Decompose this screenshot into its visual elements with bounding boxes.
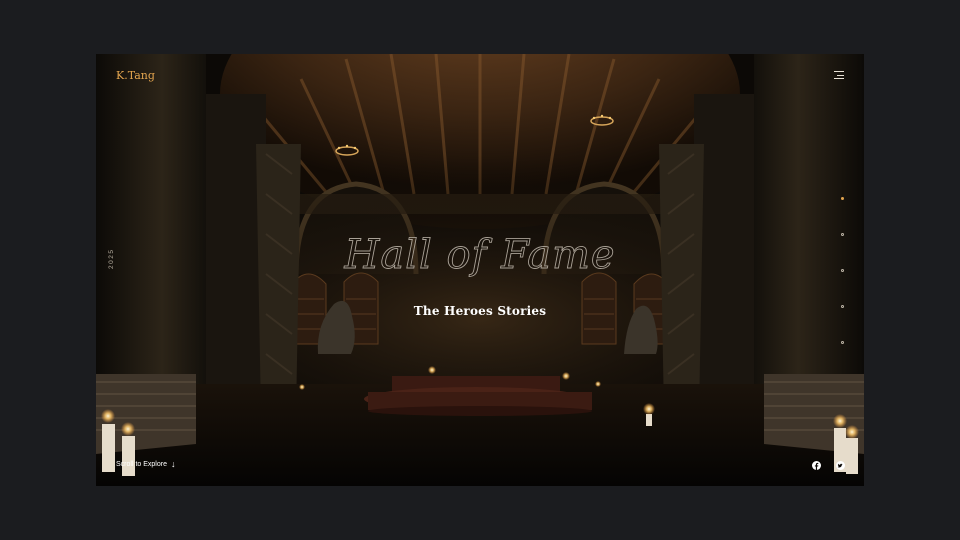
scroll-label: Scroll to Explore <box>116 460 167 468</box>
facebook-icon[interactable] <box>812 461 821 470</box>
brand-logo[interactable]: K.Tang <box>116 69 155 82</box>
pagination-dot[interactable] <box>841 197 844 200</box>
hero-section: K.Tang 2025 Hall of Fame The Heroes Stor… <box>96 54 864 486</box>
arrow-down-icon: ↓ <box>170 459 176 469</box>
hamburger-menu-icon[interactable] <box>834 70 844 80</box>
hero-title: Hall of Fame <box>344 232 616 279</box>
pagination-dot[interactable] <box>841 341 844 344</box>
scroll-to-explore-link[interactable]: Scroll to Explore ↓ <box>116 459 175 469</box>
hero-subtitle: The Heroes Stories <box>413 304 547 318</box>
twitter-icon[interactable] <box>836 461 845 470</box>
